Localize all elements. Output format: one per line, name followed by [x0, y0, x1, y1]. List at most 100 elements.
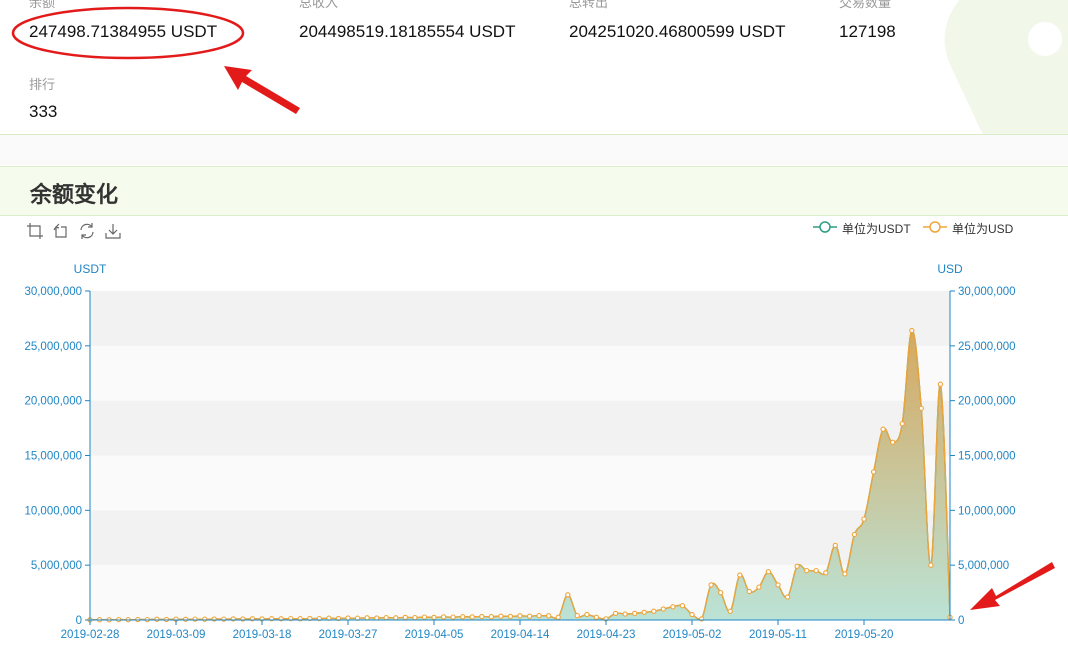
data-point [182, 616, 189, 622]
data-point [364, 615, 370, 621]
data-point [383, 614, 389, 621]
x-tick-label: 2019-03-09 [147, 629, 206, 641]
data-point [880, 426, 886, 432]
data-point [727, 608, 733, 614]
section-header: 余额变化 [0, 166, 1068, 216]
x-tick-label: 2019-04-05 [405, 629, 464, 641]
data-point [622, 611, 628, 617]
x-tick-label: 2019-03-18 [233, 629, 292, 641]
data-point [718, 589, 724, 596]
x-tick-label: 2019-03-27 [319, 629, 378, 641]
decorative-shape [924, 0, 1068, 134]
area-zoom-icon[interactable] [26, 222, 44, 240]
data-point [412, 614, 418, 621]
stat-label: 总收入 [299, 0, 339, 10]
data-point [708, 582, 714, 588]
data-point [842, 571, 848, 577]
stat-value: 204498519.18185554 USDT [299, 22, 516, 41]
data-point [660, 606, 666, 612]
y-axis-title-right: USD [937, 262, 963, 276]
section-gap [0, 135, 1068, 165]
data-point [851, 531, 858, 538]
y-tick-label-left: 15,000,000 [24, 451, 82, 463]
y-axis-title-left: USDT [74, 262, 107, 276]
save-image-icon[interactable] [104, 222, 122, 240]
data-point [641, 609, 647, 615]
x-tick-label: 2019-05-02 [663, 629, 722, 641]
data-point [899, 421, 905, 427]
data-point [651, 608, 657, 614]
data-point [374, 615, 380, 621]
legend-marker-usdt [813, 221, 837, 233]
y-tick-label-left: 0 [76, 615, 82, 627]
data-point [421, 614, 428, 620]
data-point [679, 603, 686, 609]
legend-item-usd[interactable]: 单位为USD [922, 218, 1022, 236]
data-point [440, 614, 447, 620]
grid-band [90, 455, 950, 511]
data-point [765, 569, 772, 575]
data-point [154, 616, 160, 622]
data-point [937, 381, 944, 387]
data-point [393, 615, 399, 621]
data-point [221, 616, 227, 622]
x-tick-label: 2019-04-23 [577, 629, 636, 641]
data-point [746, 588, 752, 595]
data-point [565, 592, 571, 598]
data-point [593, 614, 600, 620]
data-point [775, 582, 781, 588]
restore-icon[interactable] [78, 222, 96, 240]
legend-marker-usd [923, 221, 947, 233]
data-point [804, 567, 810, 574]
data-point [488, 614, 494, 620]
stat-label: 排行 [29, 77, 56, 92]
stat-label: 总转出 [569, 0, 609, 10]
stat-value: 127198 [839, 22, 896, 41]
data-point [784, 594, 791, 600]
data-point [737, 572, 743, 578]
y-tick-label-right: 15,000,000 [958, 451, 1016, 463]
data-point [909, 327, 915, 334]
decorative-dot [1028, 22, 1062, 56]
stat-label: 交易数量 [839, 0, 892, 10]
data-point [431, 614, 437, 621]
data-point [918, 405, 924, 411]
data-point [517, 613, 523, 619]
stat-value: 333 [29, 102, 58, 121]
data-point [612, 610, 619, 617]
y-tick-label-left: 25,000,000 [24, 341, 82, 353]
data-point [479, 613, 485, 620]
data-point [870, 469, 877, 475]
legend-item-usdt[interactable]: 单位为USDT [812, 218, 916, 236]
legend-label: 单位为USDT [842, 222, 911, 236]
y-tick-label-right: 0 [958, 615, 964, 627]
data-point [526, 613, 533, 619]
stat-label: 余额 [29, 0, 56, 10]
data-point [507, 613, 514, 620]
grid-band [90, 345, 950, 401]
grid-band [90, 400, 950, 456]
legend-label: 单位为USD [952, 222, 1014, 236]
data-point [345, 615, 351, 621]
data-point [202, 616, 208, 622]
data-point [192, 616, 198, 622]
zoom-reset-icon[interactable] [52, 222, 70, 240]
x-tick-label: 2019-04-14 [491, 629, 550, 641]
y-tick-label-right: 20,000,000 [958, 396, 1016, 408]
data-point [555, 614, 561, 620]
data-point [632, 610, 638, 617]
stat-value: 247498.71384955 USDT [29, 22, 218, 41]
data-point [402, 614, 408, 621]
data-point [584, 611, 590, 618]
data-point [794, 563, 800, 569]
data-point [498, 613, 504, 619]
data-point [823, 570, 829, 576]
data-point [689, 611, 695, 618]
x-tick-label: 2019-05-20 [835, 629, 894, 641]
data-point [670, 604, 676, 610]
data-point [450, 614, 456, 620]
data-point [813, 567, 819, 574]
data-point [861, 516, 867, 522]
data-point [928, 562, 934, 568]
x-tick-label: 2019-02-28 [61, 629, 120, 641]
